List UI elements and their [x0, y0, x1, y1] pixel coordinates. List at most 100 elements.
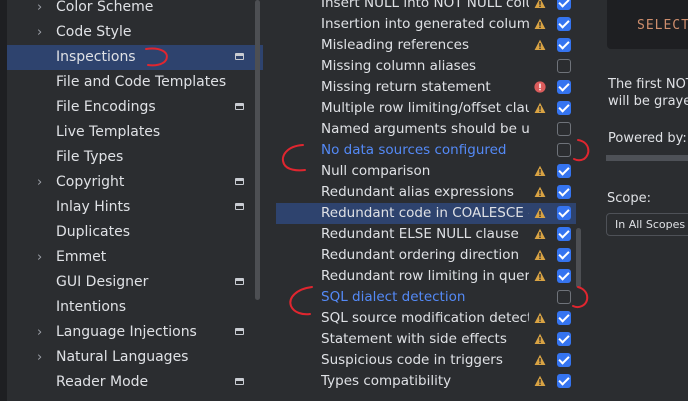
- warning-icon: [534, 270, 546, 281]
- chevron-right-icon[interactable]: ›: [37, 170, 42, 195]
- sidebar-item[interactable]: › Language Injections: [7, 320, 263, 345]
- inspection-checkbox[interactable]: [557, 143, 571, 157]
- powered-by-bar: [606, 155, 688, 161]
- project-scope-icon: [235, 53, 244, 60]
- warning-icon: [534, 39, 546, 50]
- sidebar-item-label: Inlay Hints: [56, 199, 131, 215]
- sidebar-item-label: Inspections: [56, 49, 136, 65]
- project-scope-icon: [235, 328, 244, 335]
- inspection-label: Missing return statement: [321, 79, 491, 95]
- sidebar-item-label: Code Style: [56, 24, 132, 40]
- warning-icon: [534, 354, 546, 365]
- inspection-row[interactable]: Misleading references: [276, 35, 576, 56]
- inspection-row[interactable]: Redundant ELSE NULL clause: [276, 224, 576, 245]
- sidebar-item[interactable]: Live Templates: [7, 120, 263, 145]
- warning-icon: [534, 165, 546, 176]
- sidebar-item[interactable]: File Types: [7, 145, 263, 170]
- inspection-row[interactable]: No data sources configured: [276, 140, 576, 161]
- sidebar-item[interactable]: Inspections: [7, 45, 263, 70]
- inspection-checkbox[interactable]: [557, 311, 571, 325]
- inspection-checkbox[interactable]: [557, 59, 571, 73]
- inspection-checkbox[interactable]: [557, 0, 571, 10]
- sidebar-item[interactable]: › Code Style: [7, 20, 263, 45]
- inspection-row[interactable]: Redundant ordering direction: [276, 245, 576, 266]
- inspection-checkbox[interactable]: [557, 164, 571, 178]
- inspection-details-panel: SELECT The first NOT will be graye Power…: [582, 0, 688, 401]
- inspection-label: SQL dialect detection: [321, 289, 466, 305]
- inspection-checkbox[interactable]: [557, 353, 571, 367]
- sidebar-item[interactable]: › Copyright: [7, 170, 263, 195]
- inspection-checkbox[interactable]: [557, 374, 571, 388]
- inspection-row[interactable]: SQL dialect detection: [276, 287, 576, 308]
- chevron-right-icon[interactable]: ›: [37, 0, 42, 20]
- inspection-checkbox[interactable]: [557, 269, 571, 283]
- inspection-row[interactable]: Null comparison: [276, 161, 576, 182]
- chevron-right-icon[interactable]: ›: [37, 345, 42, 370]
- sidebar-item[interactable]: Duplicates: [7, 220, 263, 245]
- sidebar-item[interactable]: Reader Mode: [7, 370, 263, 395]
- inspection-checkbox[interactable]: [557, 101, 571, 115]
- inspection-row[interactable]: Named arguments should be used: [276, 119, 576, 140]
- warning-icon: [534, 312, 546, 323]
- inspection-row[interactable]: Statement with side effects: [276, 329, 576, 350]
- scope-select[interactable]: In All Scopes: [606, 213, 688, 236]
- warning-icon: [534, 102, 546, 113]
- inspection-checkbox[interactable]: [557, 17, 571, 31]
- inspection-checkbox[interactable]: [557, 248, 571, 262]
- sidebar-item[interactable]: File and Code Templates: [7, 70, 263, 95]
- sidebar-item[interactable]: › Emmet: [7, 245, 263, 270]
- chevron-right-icon[interactable]: ›: [37, 20, 42, 45]
- inspection-row[interactable]: Redundant alias expressions: [276, 182, 576, 203]
- inspection-label: Types compatibility: [321, 373, 452, 389]
- inspection-row[interactable]: Suspicious code in triggers: [276, 350, 576, 371]
- warning-icon: [534, 333, 546, 344]
- chevron-right-icon[interactable]: ›: [37, 245, 42, 270]
- settings-sidebar: › Color Scheme › Code Style Inspections File …: [7, 0, 263, 401]
- inspection-checkbox[interactable]: [557, 185, 571, 199]
- inspection-row[interactable]: Missing return statement: [276, 77, 576, 98]
- sidebar-item[interactable]: › Natural Languages: [7, 345, 263, 370]
- inspection-row[interactable]: Types compatibility: [276, 371, 576, 392]
- project-scope-icon: [235, 178, 244, 185]
- sidebar-item[interactable]: Inlay Hints: [7, 195, 263, 220]
- inspection-checkbox[interactable]: [557, 227, 571, 241]
- inspection-row[interactable]: Redundant row limiting in queries: [276, 266, 576, 287]
- inspection-label: Insert NULL into NOT NULL column: [321, 0, 529, 11]
- inspection-label: Multiple row limiting/offset clauses: [321, 100, 529, 116]
- chevron-right-icon[interactable]: ›: [37, 320, 42, 345]
- inspection-checkbox[interactable]: [557, 332, 571, 346]
- inspection-checkbox[interactable]: [557, 122, 571, 136]
- sidebar-item-label: Natural Languages: [56, 349, 189, 365]
- inspection-row[interactable]: SQL source modification detection: [276, 308, 576, 329]
- inspection-checkbox[interactable]: [557, 38, 571, 52]
- inspection-label: Null comparison: [321, 163, 431, 179]
- inspection-row[interactable]: Multiple row limiting/offset clauses: [276, 98, 576, 119]
- sidebar-item-label: Duplicates: [56, 224, 130, 240]
- sidebar-item[interactable]: › Color Scheme: [7, 0, 263, 20]
- sidebar-item[interactable]: GUI Designer: [7, 270, 263, 295]
- description-line-1: The first NOT: [608, 77, 688, 92]
- sql-preview-text: SELECT: [637, 18, 688, 33]
- inspections-scrollbar[interactable]: [576, 228, 581, 288]
- sidebar-scrollbar[interactable]: [255, 0, 260, 300]
- sql-preview-box: SELECT: [607, 0, 688, 49]
- inspection-row[interactable]: Missing column aliases: [276, 56, 576, 77]
- inspection-label: Statement with side effects: [321, 331, 507, 347]
- inspection-row[interactable]: Insertion into generated columns: [276, 14, 576, 35]
- inspection-checkbox[interactable]: [557, 206, 571, 220]
- sidebar-item-label: Live Templates: [56, 124, 161, 140]
- sidebar-item[interactable]: Intentions: [7, 295, 263, 320]
- inspection-row[interactable]: Redundant code in COALESCE call: [276, 203, 576, 224]
- inspection-label: Misleading references: [321, 37, 469, 53]
- scope-label: Scope:: [607, 191, 651, 206]
- description-line-2: will be graye: [608, 94, 688, 109]
- inspection-checkbox[interactable]: [557, 290, 571, 304]
- inspection-label: Redundant row limiting in queries: [321, 268, 529, 284]
- sidebar-item-label: Color Scheme: [56, 0, 154, 15]
- sidebar-item-label: Language Injections: [56, 324, 197, 340]
- sidebar-item-label: File Encodings: [56, 99, 156, 115]
- inspection-row[interactable]: Insert NULL into NOT NULL column: [276, 0, 576, 14]
- inspection-checkbox[interactable]: [557, 80, 571, 94]
- sidebar-item[interactable]: File Encodings: [7, 95, 263, 120]
- project-scope-icon: [235, 203, 244, 210]
